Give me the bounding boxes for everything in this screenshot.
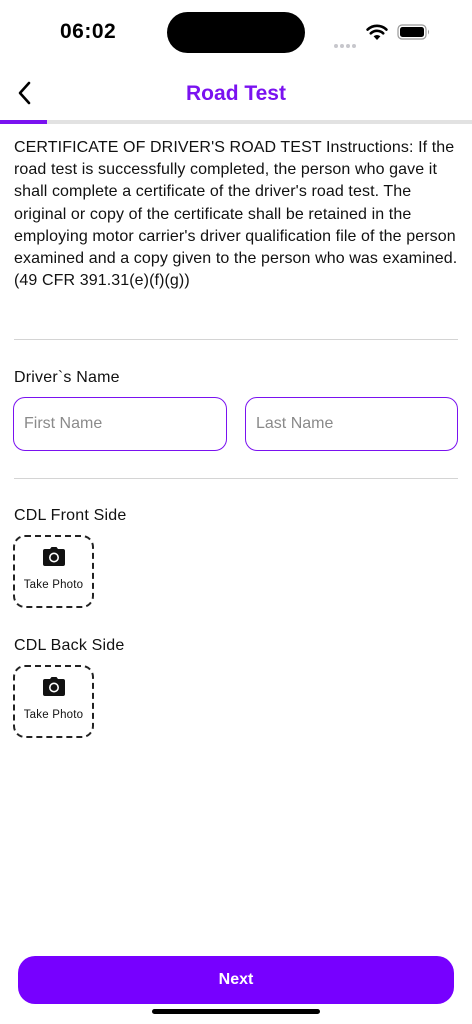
dynamic-island (167, 12, 305, 53)
last-name-input[interactable] (246, 398, 457, 450)
battery-icon (397, 24, 429, 40)
first-name-input[interactable] (14, 398, 226, 450)
status-time: 06:02 (60, 20, 117, 43)
step-progress-bar (0, 120, 472, 124)
cellular-signal-icon (334, 35, 358, 53)
status-bar: 06:02 (0, 0, 472, 62)
cdl-back-take-photo-button[interactable]: Take Photo (13, 665, 94, 738)
camera-icon (42, 677, 65, 696)
step-progress-fill (0, 120, 48, 124)
next-button[interactable]: Next (18, 956, 454, 1004)
take-photo-label: Take Photo (23, 579, 84, 591)
cdl-front-label: CDL Front Side (14, 507, 127, 524)
page-title: Road Test (186, 82, 286, 105)
cdl-front-take-photo-button[interactable]: Take Photo (13, 535, 94, 608)
divider (14, 339, 458, 340)
first-name-field[interactable] (13, 397, 227, 451)
drivers-name-label: Driver`s Name (14, 369, 120, 386)
take-photo-label: Take Photo (23, 709, 84, 721)
instructions-text: CERTIFICATE OF DRIVER'S ROAD TEST Instru… (14, 139, 458, 290)
header: Road Test (0, 70, 472, 120)
camera-icon (42, 547, 65, 566)
home-indicator (152, 1009, 320, 1014)
divider (14, 478, 458, 479)
wifi-icon (366, 24, 388, 40)
last-name-field[interactable] (245, 397, 458, 451)
cdl-back-label: CDL Back Side (14, 637, 125, 654)
